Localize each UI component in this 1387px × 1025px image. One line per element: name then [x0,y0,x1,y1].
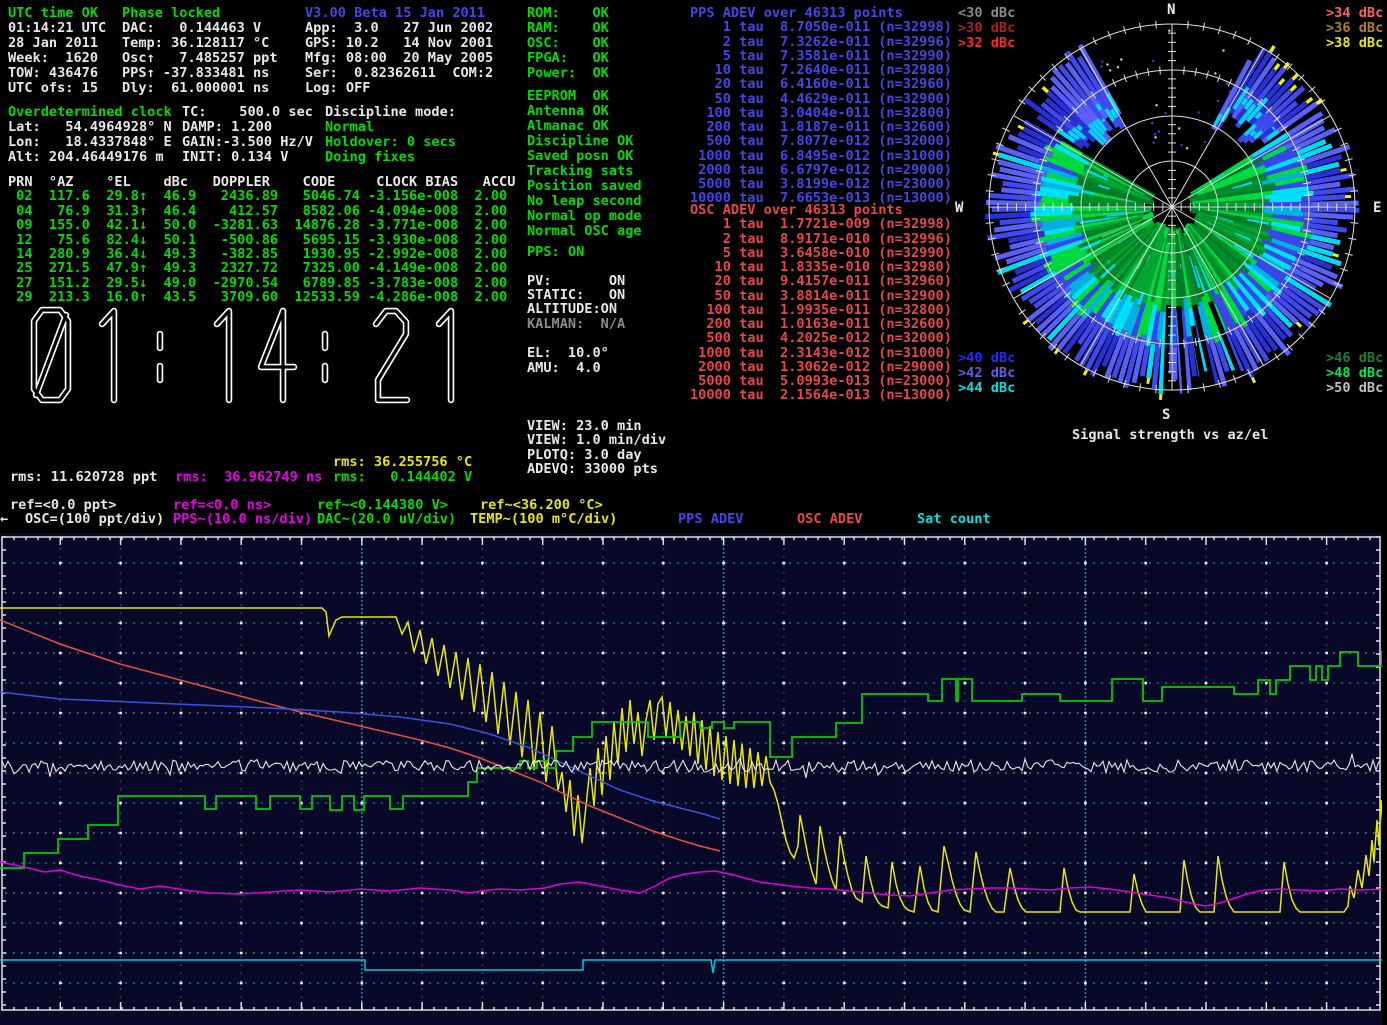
receiver-mode-block-line: Alt: 204.46449176 m [8,151,172,166]
scroll-arrow-icon: ← [0,513,8,528]
scale-dac-label: DAC~(20.0 uV/div) [317,513,456,528]
polar-caption: Signal strength vs az/el [1072,429,1268,444]
discipline-mode-block: Discipline mode:NormalHoldover: 0 secsDo… [325,106,456,166]
satellite-signal-polar-plot: N S W E [950,0,1387,424]
plot-area [0,533,1387,1025]
scale-osc-label-line: OSC=(100 ppt/div) [25,513,164,528]
receiver-mode-block: Overdetermined clockLat: 54.4964928° NLo… [8,106,172,166]
pps-adev-table: PPS ADEV over 46313 points 1 tau 8.7050e… [690,7,952,207]
legend-sat-count: Sat count [917,513,991,528]
scale-dac-label-line: DAC~(20.0 uV/div) [317,513,456,528]
scale-osc-label: OSC=(100 ppt/div) [25,513,164,528]
label-south: S [1162,407,1170,423]
legend-osc-adev: OSC ADEV [797,513,862,528]
history-plot [0,533,1387,1025]
trace-PPS [0,862,1387,906]
mask-block-line: AMU: 4.0 [527,362,609,377]
gps-health-block-line: Normal OSC age [527,225,642,240]
rms-dac-label: rms: 0.144402 V [333,471,472,486]
legend-osc-adev-line: OSC ADEV [797,513,862,528]
label-east: E [1373,200,1381,216]
fix-mode-block: PV: ONSTATIC: ONALTITUDE:ONKALMAN: N/A [527,275,625,332]
clock-digit-0 [34,310,68,400]
clock-digit-1 [439,311,451,400]
trace-DAC [0,652,1387,868]
trace-OSC-ADEV [0,620,720,851]
utc-status-block-line: UTC ofs: 15 [8,82,106,97]
utc-status-block: UTC time OK01:14:21 UTC28 Jan 2011Week: … [8,7,106,97]
polar-caption-line: Signal strength vs az/el [1072,429,1268,444]
rms-osc-label: rms: 11.620728 ppt [10,471,157,486]
plot-right-gutter [1382,533,1387,1025]
label-north: N [1167,2,1175,18]
rms-dac-label-line: rms: 0.144402 V [333,471,472,486]
scale-pps-label-line: PPS~(10.0 ns/div) [173,513,312,528]
satellite-table: PRN °AZ °EL dBc DOPPLER CODE CLOCK BIAS … [8,176,515,306]
mask-block: EL: 10.0°AMU: 4.0 [527,347,609,377]
trace-SAT-COUNT [0,960,1387,973]
scroll-arrow-icon-line: ← [0,513,8,528]
polar-grid [986,21,1359,394]
rms-osc-label-line: rms: 11.620728 ppt [10,471,157,486]
discipline-mode-block-line: Doing fixes [325,151,456,166]
oscillator-block: Phase lockedDAC: 0.144463 VTemp: 36.1281… [122,7,278,97]
label-west: W [955,200,964,216]
rms-pps-label-line: rms: 36.962749 ns [175,471,322,486]
scale-pps-label: PPS~(10.0 ns/div) [173,513,312,528]
version-block: V3.00 Beta 15 Jan 2011App: 3.0 27 Jun 20… [305,7,493,97]
legend-pps-adev: PPS ADEV [678,513,743,528]
rms-pps-label: rms: 36.962749 ns [175,471,322,486]
scale-temp-label: TEMP~(100 m°C/div) [470,513,617,528]
gps-health-block: EEPROM OKAntenna OKAlmanac OKDiscipline … [527,90,642,240]
trace-OSC [2,754,1379,777]
pps-state-block-line: PPS: ON [527,246,584,261]
scale-temp-label-line: TEMP~(100 m°C/div) [470,513,617,528]
loop-params-block-line: INIT: 0.134 V [182,151,313,166]
view-block-line: ADEVQ: 33000 pts [527,463,666,477]
view-block: VIEW: 23.0 minVIEW: 1.0 min/divPLOTQ: 3.… [527,420,666,478]
hardware-status-block-line: Power: OK [527,67,609,82]
clock-digit-1 [217,311,229,400]
version-block-line: Log: OFF [305,82,493,97]
osc-adev-table-line: 10000 tau 2.1564e-013 (n=13000) [690,389,952,403]
osc-adev-table: OSC ADEV over 46313 points 1 tau 1.7721e… [690,204,952,404]
plot-grid [5,540,1375,1010]
oscillator-block-line: Dly: 61.000001 ns [122,82,278,97]
loop-params-block: TC: 500.0 secDAMP: 1.200GAIN:-3.500 Hz/V… [182,106,313,166]
hardware-status-block: ROM: OKRAM: OKOSC: OKFPGA: OKPower: OK [527,7,609,82]
fix-mode-block-line: KALMAN: N/A [527,318,625,332]
legend-sat-count-line: Sat count [917,513,991,528]
clock-digit-1 [102,311,114,400]
clock-digit-4 [261,311,294,400]
clock-digit-2 [376,311,407,400]
lady-heather-screen: UTC time OK01:14:21 UTC28 Jan 2011Week: … [0,0,1387,1025]
legend-pps-adev-line: PPS ADEV [678,513,743,528]
digital-clock [28,302,468,404]
pps-state-block: PPS: ON [527,246,584,261]
